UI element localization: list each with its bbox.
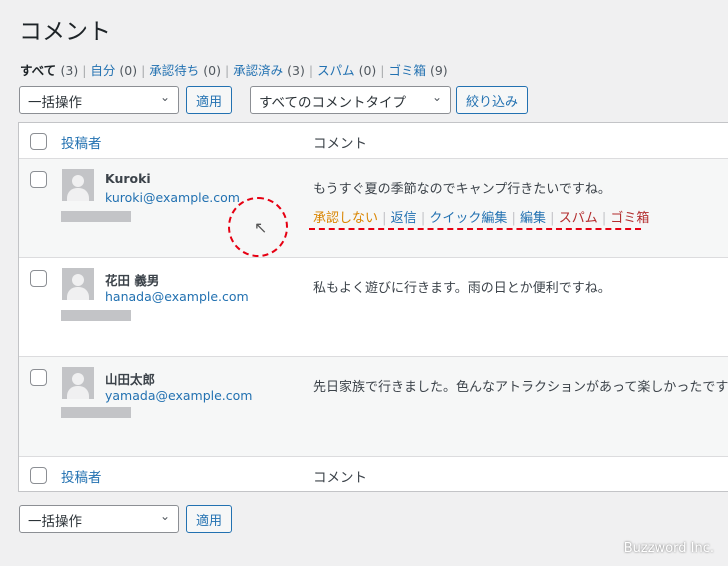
annotation-underline <box>309 228 641 230</box>
author-ip-redacted <box>61 407 131 418</box>
table-row: Kuroki kuroki@example.com もうすぐ夏の季節なのでキャン… <box>19 159 728 258</box>
credit-watermark: Buzzword Inc. <box>623 541 714 556</box>
comment-text: もうすぐ夏の季節なのでキャンプ行きたいですね。 <box>313 182 611 197</box>
author-name: 花田 義男 <box>105 273 160 288</box>
table-row: 花田 義男 hanada@example.com 私もよく遊びに行きます。雨の日… <box>19 258 728 357</box>
avatar <box>62 268 94 300</box>
bulk-action-value: 一括操作 <box>28 95 82 111</box>
author-column-header[interactable]: 投稿者 <box>61 132 102 152</box>
author-ip-redacted <box>61 310 131 321</box>
comments-table: 投稿者 コメント Kuroki kuroki@example.com もうすぐ夏… <box>18 122 728 492</box>
page-title: コメント <box>19 19 111 45</box>
table-header: 投稿者 コメント <box>19 123 728 159</box>
bulk-action-select-bottom[interactable]: 一括操作 ⌄ <box>19 505 179 533</box>
trash-link[interactable]: ゴミ箱 <box>610 211 649 226</box>
author-email[interactable]: hanada@example.com <box>105 289 249 304</box>
chevron-down-icon: ⌄ <box>159 509 170 523</box>
row-checkbox[interactable] <box>30 369 47 386</box>
author-ip-redacted <box>61 211 131 222</box>
author-email[interactable]: kuroki@example.com <box>105 190 240 205</box>
filter-trash[interactable]: ゴミ箱 (9) <box>388 63 447 78</box>
filter-spam[interactable]: スパム (0) <box>317 63 376 78</box>
avatar <box>62 169 94 201</box>
apply-button[interactable]: 適用 <box>186 86 233 114</box>
bulk-action-select[interactable]: 一括操作 ⌄ <box>19 86 179 114</box>
spam-link[interactable]: スパム <box>559 211 598 226</box>
row-checkbox[interactable] <box>30 171 47 188</box>
comment-text: 私もよく遊びに行きます。雨の日とか便利ですね。 <box>313 281 611 296</box>
comment-column-header: コメント <box>313 470 367 486</box>
table-row: 山田太郎 yamada@example.com 先日家族で行きました。色んなアト… <box>19 357 728 457</box>
reply-link[interactable]: 返信 <box>391 211 417 226</box>
filter-approved[interactable]: 承認済み (3) <box>233 63 305 78</box>
mouse-cursor-icon: ↖ <box>254 218 268 237</box>
comment-column-header: コメント <box>313 136 367 152</box>
select-all-checkbox[interactable] <box>30 133 47 150</box>
select-all-checkbox[interactable] <box>30 467 47 484</box>
comment-text: 先日家族で行きました。色んなアトラクションがあって楽しかったです <box>313 380 728 395</box>
filter-button[interactable]: 絞り込み <box>456 86 529 114</box>
author-name: 山田太郎 <box>105 372 156 387</box>
status-filters: すべて (3) | 自分 (0) | 承認待ち (0) | 承認済み (3) |… <box>20 63 448 78</box>
unapprove-link[interactable]: 承認しない <box>313 211 378 226</box>
comment-type-select[interactable]: すべてのコメントタイプ ⌄ <box>250 86 451 114</box>
author-name: Kuroki <box>105 171 151 186</box>
comment-type-value: すべてのコメントタイプ <box>259 95 407 111</box>
filter-mine[interactable]: 自分 (0) <box>90 63 137 78</box>
author-email[interactable]: yamada@example.com <box>105 388 252 403</box>
quick-edit-link[interactable]: クイック編集 <box>429 211 507 226</box>
row-checkbox[interactable] <box>30 270 47 287</box>
chevron-down-icon: ⌄ <box>431 90 442 104</box>
row-actions: 承認しない | 返信 | クイック編集 | 編集 | スパム | ゴミ箱 <box>313 211 650 226</box>
author-column-header[interactable]: 投稿者 <box>61 466 102 486</box>
apply-button-bottom[interactable]: 適用 <box>186 505 233 533</box>
filter-pending[interactable]: 承認待ち (0) <box>149 63 221 78</box>
avatar <box>62 367 94 399</box>
filter-all[interactable]: すべて (3) <box>20 63 78 78</box>
table-footer: 投稿者 コメント <box>19 457 728 492</box>
edit-link[interactable]: 編集 <box>520 211 546 226</box>
bulk-action-value: 一括操作 <box>28 514 82 530</box>
chevron-down-icon: ⌄ <box>159 90 170 104</box>
